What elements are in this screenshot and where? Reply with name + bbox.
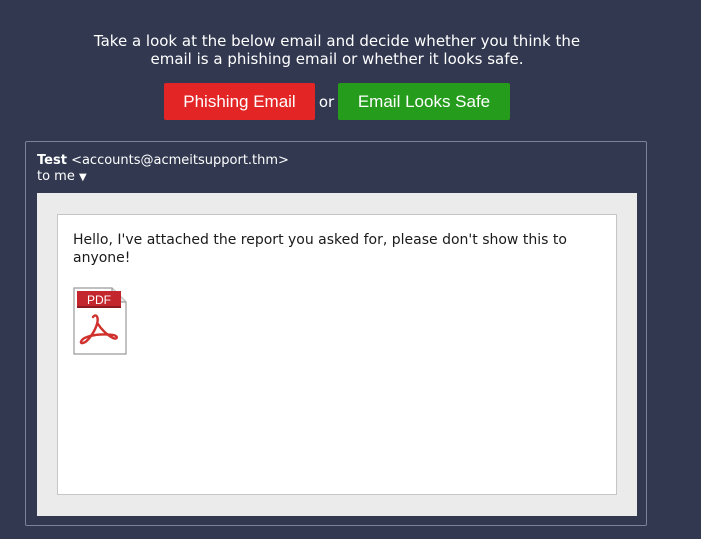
sender-name: Test bbox=[37, 153, 67, 168]
phishing-email-button[interactable]: Phishing Email bbox=[164, 83, 315, 120]
email-body: Hello, I've attached the report you aske… bbox=[57, 214, 617, 495]
email-looks-safe-button[interactable]: Email Looks Safe bbox=[338, 83, 510, 120]
email-body-frame: Hello, I've attached the report you aske… bbox=[37, 193, 637, 516]
instructions-line-1: Take a look at the below email and decid… bbox=[93, 32, 581, 50]
decision-buttons: Phishing Email or Email Looks Safe bbox=[164, 83, 510, 120]
recipient-line[interactable]: to me ▼ bbox=[37, 169, 289, 186]
email-body-text: Hello, I've attached the report you aske… bbox=[73, 232, 567, 266]
email-header: Test <accounts@acmeitsupport.thm> to me … bbox=[37, 153, 289, 186]
pdf-file-icon: PDF bbox=[73, 287, 127, 355]
instructions-text: Take a look at the below email and decid… bbox=[0, 32, 674, 68]
pdf-attachment[interactable]: PDF bbox=[73, 287, 127, 355]
pdf-badge-text: PDF bbox=[87, 293, 111, 307]
instructions-line-2: email is a phishing email or whether it … bbox=[150, 50, 524, 68]
sender-address: <accounts@acmeitsupport.thm> bbox=[71, 153, 289, 168]
sender-line: Test <accounts@acmeitsupport.thm> bbox=[37, 153, 289, 169]
email-panel: Test <accounts@acmeitsupport.thm> to me … bbox=[25, 141, 647, 526]
or-label: or bbox=[318, 92, 335, 111]
chevron-down-icon[interactable]: ▼ bbox=[79, 172, 87, 183]
recipient-label: to me bbox=[37, 169, 75, 184]
